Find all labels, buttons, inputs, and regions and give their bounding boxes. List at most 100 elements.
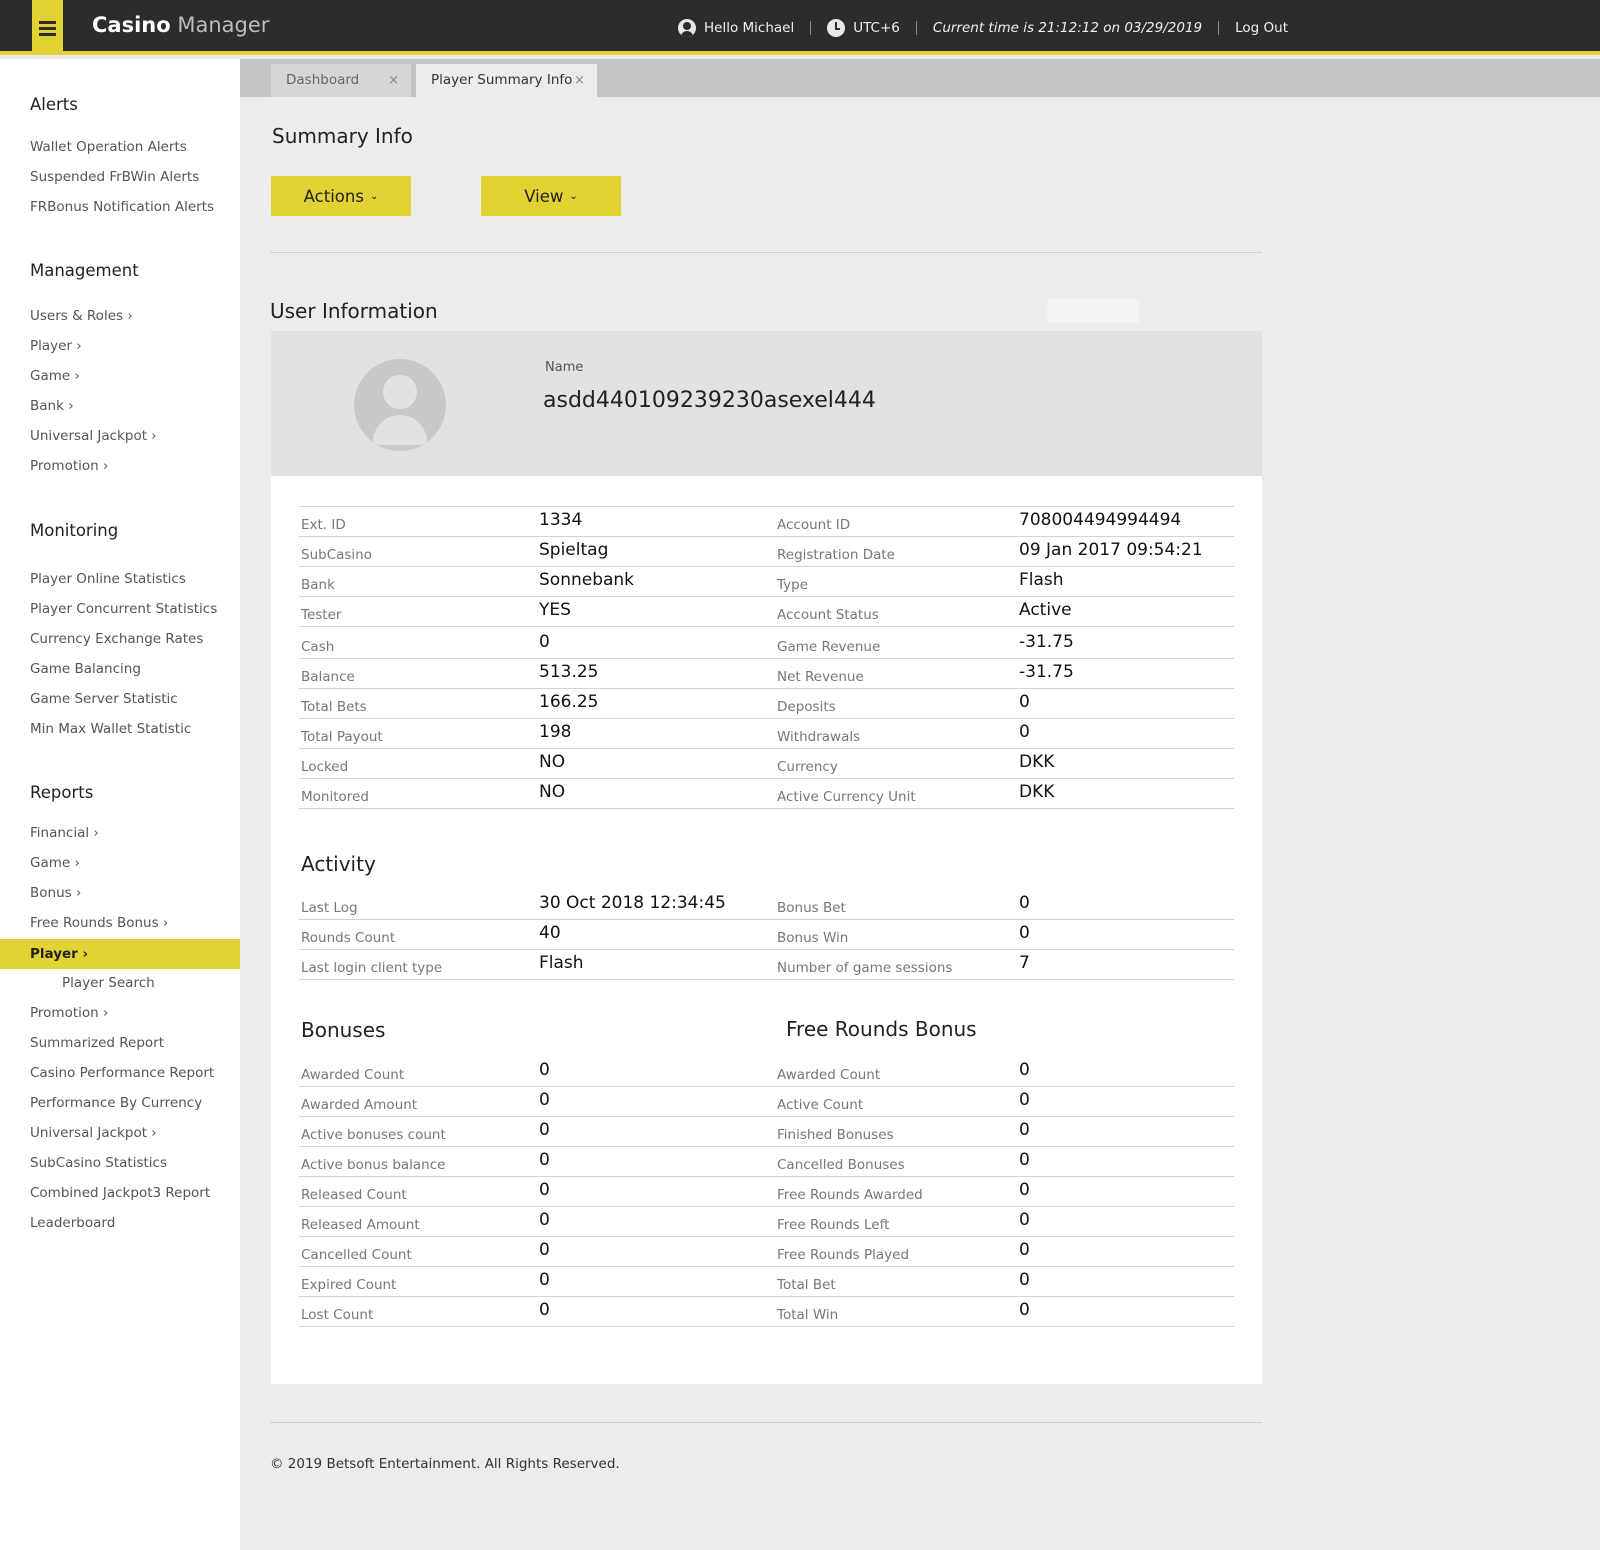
row-label: Active Count [777, 1097, 864, 1113]
timezone: UTC+6 [853, 19, 900, 36]
row-label: Type [777, 577, 809, 593]
close-icon[interactable]: × [574, 64, 585, 97]
row-label: Monitored [301, 789, 369, 805]
sidebar-item-wallet-operation-alerts[interactable]: Wallet Operation Alerts [30, 139, 187, 155]
row-value: 0 [539, 632, 550, 652]
row-value: 708004494994494 [1019, 510, 1182, 530]
chevron-down-icon: ⌄ [569, 190, 578, 202]
actions-button[interactable]: Actions ⌄ [271, 176, 411, 216]
row-value: 0 [1019, 1060, 1030, 1080]
row-value: 0 [1019, 1300, 1030, 1320]
row-value: 09 Jan 2017 09:54:21 [1019, 540, 1203, 560]
table-row: Last Log 30 Oct 2018 12:34:45 Bonus Bet 0 [299, 890, 1234, 920]
row-label: Account Status [777, 607, 879, 623]
row-label: Released Amount [301, 1217, 420, 1233]
sidebar-item-free-rounds-bonus[interactable]: Free Rounds Bonus › [30, 915, 168, 931]
sidebar-item-universal-jackpot[interactable]: Universal Jackpot › [30, 428, 157, 444]
sidebar-heading-management: Management [30, 261, 139, 280]
row-label: Free Rounds Awarded [777, 1187, 923, 1203]
divider [270, 1422, 1262, 1423]
top-user-info: Hello Michael UTC+6 Current time is 21:1… [678, 0, 1288, 55]
row-value: DKK [1019, 782, 1055, 802]
table-row: Released Amount 0 Free Rounds Left 0 [299, 1207, 1234, 1237]
sidebar-item-game-server-statistic[interactable]: Game Server Statistic [30, 691, 178, 707]
section-title-free-rounds-bonus: Free Rounds Bonus [786, 1017, 977, 1041]
sidebar-item-casino-performance-report[interactable]: Casino Performance Report [30, 1065, 214, 1081]
row-label: Awarded Amount [301, 1097, 418, 1113]
row-label: Finished Bonuses [777, 1127, 894, 1143]
user-info-card: Name asdd440109239230asexel444 Ext. ID 13… [271, 331, 1262, 1384]
sidebar-item-combined-jackpot3-report[interactable]: Combined Jackpot3 Report [30, 1185, 210, 1201]
view-button[interactable]: View ⌄ [481, 176, 621, 216]
row-label: Registration Date [777, 547, 895, 563]
row-label: Deposits [777, 699, 836, 715]
table-row: Tester YES Account Status Active [299, 597, 1234, 627]
row-value: 7 [1019, 953, 1030, 973]
separator [810, 20, 812, 35]
sidebar-item-suspended-frbwin-alerts[interactable]: Suspended FrBWin Alerts [30, 169, 199, 185]
row-value: 0 [1019, 923, 1030, 943]
row-value: 0 [1019, 1150, 1030, 1170]
row-label: Expired Count [301, 1277, 397, 1293]
row-label: Balance [301, 669, 355, 685]
chevron-down-icon: ⌄ [369, 190, 379, 202]
sidebar-item-player-search[interactable]: Player Search [62, 975, 155, 991]
tab-dashboard[interactable]: Dashboard × [271, 64, 411, 97]
row-value: 0 [1019, 692, 1030, 712]
table-row: Expired Count 0 Total Bet 0 [299, 1267, 1234, 1297]
sidebar-item-player-active[interactable]: Player › [0, 939, 240, 969]
sidebar-item-bank[interactable]: Bank › [30, 398, 74, 414]
sidebar-item-currency-exchange-rates[interactable]: Currency Exchange Rates [30, 631, 203, 647]
row-value: 513.25 [539, 662, 599, 682]
tab-label: Player Summary Info [431, 72, 573, 88]
sidebar-item-performance-by-currency[interactable]: Performance By Currency [30, 1095, 202, 1111]
row-label: Total Bet [777, 1277, 836, 1293]
logout-link[interactable]: Log Out [1235, 20, 1288, 36]
sidebar-item-universal-jackpot-report[interactable]: Universal Jackpot › [30, 1125, 157, 1141]
view-label: View [524, 186, 564, 206]
row-value: 0 [539, 1150, 550, 1170]
sidebar-item-game-balancing[interactable]: Game Balancing [30, 661, 141, 677]
row-value: -31.75 [1019, 662, 1074, 682]
sidebar-item-promotion-report[interactable]: Promotion › [30, 1005, 108, 1021]
row-label: Total Win [777, 1307, 839, 1323]
sidebar-item-frbonus-notification-alerts[interactable]: FRBonus Notification Alerts [30, 199, 214, 215]
row-label: Locked [301, 759, 349, 775]
sidebar-item-leaderboard[interactable]: Leaderboard [30, 1215, 115, 1231]
sidebar-item-subcasino-statistics[interactable]: SubCasino Statistics [30, 1155, 167, 1171]
hamburger-menu-icon[interactable] [32, 0, 63, 55]
row-value: Flash [1019, 570, 1064, 590]
row-label: Withdrawals [777, 729, 861, 745]
sidebar-item-player-concurrent-statistics[interactable]: Player Concurrent Statistics [30, 601, 217, 617]
sidebar-item-player-online-statistics[interactable]: Player Online Statistics [30, 571, 186, 587]
sidebar-heading-reports: Reports [30, 783, 94, 802]
row-value: DKK [1019, 752, 1055, 772]
sidebar-item-promotion[interactable]: Promotion › [30, 458, 108, 474]
sidebar-item-game-report[interactable]: Game › [30, 855, 80, 871]
row-value: 1334 [539, 510, 583, 530]
close-icon[interactable]: × [388, 64, 399, 97]
sidebar-item-financial[interactable]: Financial › [30, 825, 99, 841]
table-row: Cash 0 Game Revenue -31.75 [299, 629, 1234, 659]
sidebar-item-game[interactable]: Game › [30, 368, 80, 384]
sidebar-item-summarized-report[interactable]: Summarized Report [30, 1035, 164, 1051]
sidebar-heading-alerts: Alerts [30, 95, 78, 114]
sidebar-item-player[interactable]: Player › [30, 338, 82, 354]
row-value: 0 [539, 1270, 550, 1290]
row-label: Awarded Count [777, 1067, 881, 1083]
sidebar-item-users-roles[interactable]: Users & Roles › [30, 308, 133, 324]
footer-copyright: © 2019 Betsoft Entertainment. All Rights… [270, 1456, 620, 1472]
sidebar-item-min-max-wallet-statistic[interactable]: Min Max Wallet Statistic [30, 721, 191, 737]
sidebar: Alerts Wallet Operation Alerts Suspended… [0, 59, 240, 1550]
row-label: Free Rounds Left [777, 1217, 890, 1233]
section-title-activity: Activity [301, 852, 376, 876]
sidebar-item-bonus[interactable]: Bonus › [30, 885, 81, 901]
row-value: 0 [539, 1210, 550, 1230]
tab-player-summary-info[interactable]: Player Summary Info × [416, 64, 597, 97]
table-row: Awarded Count 0 Awarded Count 0 [299, 1057, 1234, 1087]
tab-label: Dashboard [286, 72, 360, 88]
table-row: Locked NO Currency DKK [299, 749, 1234, 779]
name-label: Name [545, 360, 584, 375]
row-value: YES [539, 600, 571, 620]
row-value: Active [1019, 600, 1072, 620]
